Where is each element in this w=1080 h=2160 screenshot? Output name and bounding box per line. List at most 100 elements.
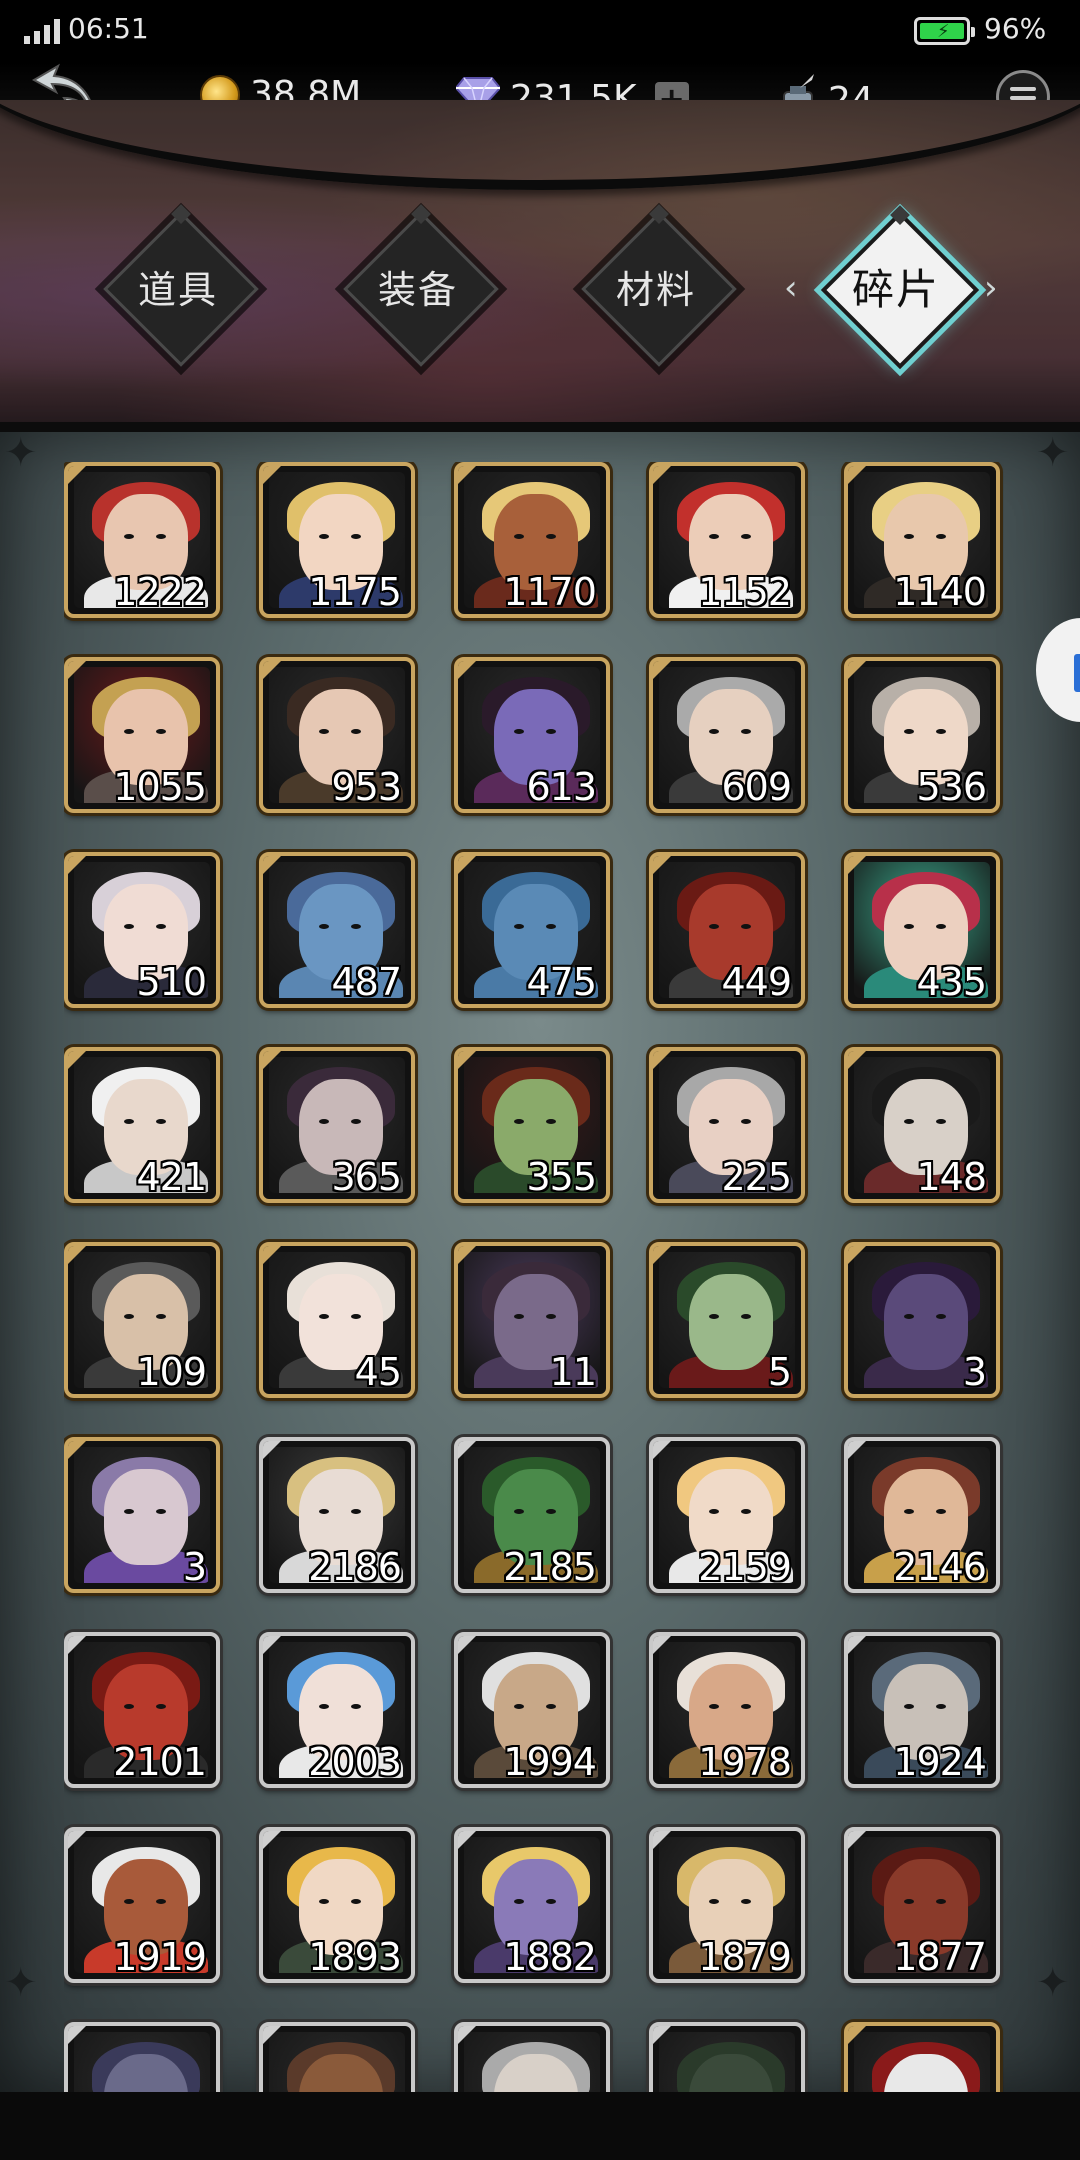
shard-card[interactable]: 1170 bbox=[454, 462, 610, 618]
shard-card[interactable]: 11 bbox=[454, 1242, 610, 1398]
battery-percent: 96% bbox=[984, 12, 1047, 45]
shard-card[interactable]: 45 bbox=[259, 1242, 415, 1398]
shard-count: 1994 bbox=[503, 1740, 597, 1784]
shard-card[interactable]: 1882 bbox=[454, 1827, 610, 1983]
tab-shards[interactable]: 碎片 bbox=[806, 196, 986, 376]
shard-count: 1170 bbox=[503, 570, 597, 614]
shard-count: 109 bbox=[136, 1350, 207, 1394]
tab-label: 道具 bbox=[137, 267, 218, 312]
shard-count: 1924 bbox=[893, 1740, 987, 1784]
shard-card[interactable]: 2101 bbox=[64, 1632, 220, 1788]
hero-portrait bbox=[269, 2032, 405, 2092]
signal-icon bbox=[24, 18, 60, 44]
shard-card[interactable]: 1924 bbox=[844, 1632, 1000, 1788]
shard-count: 536 bbox=[916, 765, 987, 809]
shard-count: 2186 bbox=[308, 1545, 402, 1589]
shard-card[interactable]: 2186 bbox=[259, 1437, 415, 1593]
shard-count: 2101 bbox=[113, 1740, 207, 1784]
shard-card[interactable]: 1879 bbox=[649, 1827, 805, 1983]
tab-materials[interactable]: 材料 bbox=[566, 196, 746, 376]
shard-card[interactable]: 2146 bbox=[844, 1437, 1000, 1593]
shard-card[interactable]: 2185 bbox=[454, 1437, 610, 1593]
tab-equipment[interactable]: 装备 bbox=[328, 196, 508, 376]
shard-card[interactable]: 435 bbox=[844, 852, 1000, 1008]
corner-ornament-icon: ✦ bbox=[4, 430, 38, 476]
shard-card[interactable]: 109 bbox=[64, 1242, 220, 1398]
shard-count: 2159 bbox=[698, 1545, 792, 1589]
shard-card[interactable]: 1222 bbox=[64, 462, 220, 618]
shard-count: 1055 bbox=[113, 765, 207, 809]
shard-count: 1919 bbox=[113, 1935, 207, 1979]
shard-card[interactable]: 1877 bbox=[844, 1827, 1000, 1983]
shard-card[interactable]: 1152 bbox=[649, 462, 805, 618]
shard-card[interactable]: 1893 bbox=[259, 1827, 415, 1983]
shard-count: 355 bbox=[526, 1155, 597, 1199]
bottom-bar bbox=[0, 2092, 1080, 2160]
status-bar: 06:51 ⚡ 96% bbox=[0, 0, 1080, 62]
shard-card[interactable]: 365 bbox=[259, 1047, 415, 1203]
shard-count: 11 bbox=[549, 1350, 597, 1394]
shard-card[interactable]: 510 bbox=[64, 852, 220, 1008]
shard-count: 1140 bbox=[893, 570, 987, 614]
shard-count: 1175 bbox=[308, 570, 402, 614]
shard-card[interactable]: 225 bbox=[649, 1047, 805, 1203]
shard-card[interactable] bbox=[649, 2022, 805, 2092]
shard-count: 487 bbox=[331, 960, 402, 1004]
shard-count: 1879 bbox=[698, 1935, 792, 1979]
shard-card[interactable]: 421 bbox=[64, 1047, 220, 1203]
shard-count: 45 bbox=[354, 1350, 402, 1394]
shard-card[interactable]: 1994 bbox=[454, 1632, 610, 1788]
shard-card[interactable]: 1140 bbox=[844, 462, 1000, 618]
shard-card[interactable]: 1175 bbox=[259, 462, 415, 618]
shard-count: 475 bbox=[526, 960, 597, 1004]
shard-card[interactable]: 536 bbox=[844, 657, 1000, 813]
shard-count: 1877 bbox=[893, 1935, 987, 1979]
shard-card[interactable]: 1978 bbox=[649, 1632, 805, 1788]
shard-card[interactable]: 609 bbox=[649, 657, 805, 813]
shard-count: 510 bbox=[136, 960, 207, 1004]
shard-card[interactable]: 355 bbox=[454, 1047, 610, 1203]
shard-count: 1882 bbox=[503, 1935, 597, 1979]
shard-count: 365 bbox=[331, 1155, 402, 1199]
shard-card[interactable]: 3 bbox=[64, 1437, 220, 1593]
shard-count: 1893 bbox=[308, 1935, 402, 1979]
shard-card[interactable]: 953 bbox=[259, 657, 415, 813]
status-time: 06:51 bbox=[68, 12, 149, 45]
shard-card[interactable] bbox=[844, 2022, 1000, 2092]
shard-count: 421 bbox=[136, 1155, 207, 1199]
shard-count: 609 bbox=[721, 765, 792, 809]
tab-label: 碎片 bbox=[851, 264, 940, 314]
hero-portrait bbox=[464, 2032, 600, 2092]
hero-portrait bbox=[854, 2032, 990, 2092]
shard-count: 449 bbox=[721, 960, 792, 1004]
tab-left-arrow-icon: ‹ bbox=[784, 268, 798, 308]
tab-label: 材料 bbox=[615, 267, 696, 312]
shard-card[interactable] bbox=[454, 2022, 610, 2092]
shard-count: 5 bbox=[767, 1350, 792, 1394]
shard-count: 2003 bbox=[308, 1740, 402, 1784]
shard-card[interactable] bbox=[259, 2022, 415, 2092]
shard-count: 2146 bbox=[893, 1545, 987, 1589]
shard-count: 613 bbox=[526, 765, 597, 809]
shard-card[interactable]: 487 bbox=[259, 852, 415, 1008]
tab-items[interactable]: 道具 bbox=[88, 196, 268, 376]
shard-card[interactable]: 1055 bbox=[64, 657, 220, 813]
shard-card[interactable]: 3 bbox=[844, 1242, 1000, 1398]
shard-card[interactable]: 613 bbox=[454, 657, 610, 813]
shard-count: 148 bbox=[916, 1155, 987, 1199]
shard-card[interactable]: 148 bbox=[844, 1047, 1000, 1203]
shard-card[interactable]: 2159 bbox=[649, 1437, 805, 1593]
shard-count: 1222 bbox=[113, 570, 207, 614]
shard-card[interactable]: 5 bbox=[649, 1242, 805, 1398]
shard-card[interactable] bbox=[64, 2022, 220, 2092]
shard-card[interactable]: 475 bbox=[454, 852, 610, 1008]
shard-count: 225 bbox=[721, 1155, 792, 1199]
shard-card[interactable]: 2003 bbox=[259, 1632, 415, 1788]
corner-ornament-icon: ✦ bbox=[4, 1960, 38, 2006]
hero-portrait bbox=[659, 2032, 795, 2092]
tab-label: 装备 bbox=[377, 267, 458, 312]
shard-count: 2185 bbox=[503, 1545, 597, 1589]
battery-icon: ⚡ bbox=[914, 17, 975, 45]
shard-card[interactable]: 449 bbox=[649, 852, 805, 1008]
shard-card[interactable]: 1919 bbox=[64, 1827, 220, 1983]
